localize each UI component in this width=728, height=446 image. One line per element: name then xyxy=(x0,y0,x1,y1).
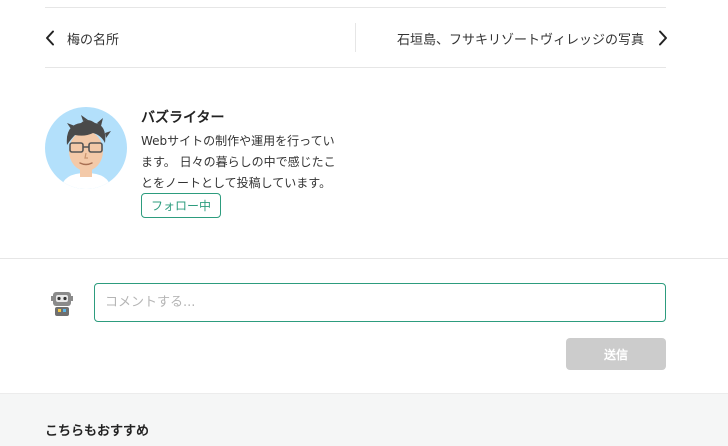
chevron-right-icon xyxy=(658,30,668,46)
recommend-title: こちらもおすすめ xyxy=(45,424,150,439)
author-bio: Webサイトの制作や運用を行っています。 日々の暮らしの中で感じたことをノートと… xyxy=(141,134,336,190)
author-avatar[interactable] xyxy=(45,107,127,189)
robot-avatar-icon xyxy=(48,290,76,318)
prev-article-label: 梅の名所 xyxy=(67,32,120,48)
author-name[interactable]: バズライター xyxy=(141,107,224,127)
follow-button[interactable]: フォロー中 xyxy=(141,193,221,218)
top-divider xyxy=(45,7,666,8)
recommend-section: こちらもおすすめ xyxy=(0,393,728,446)
section-divider xyxy=(0,258,728,259)
send-button[interactable]: 送信 xyxy=(566,338,666,370)
chevron-left-icon xyxy=(45,30,55,46)
next-article-link[interactable]: 石垣島、フサキリゾートヴィレッジの写真 xyxy=(397,24,668,52)
next-article-label: 石垣島、フサキリゾートヴィレッジの写真 xyxy=(396,32,644,48)
comment-input[interactable] xyxy=(94,283,666,322)
prev-article-link[interactable]: 梅の名所 xyxy=(45,24,119,52)
pager-divider xyxy=(355,23,356,52)
pager-bottom-divider xyxy=(45,67,666,68)
